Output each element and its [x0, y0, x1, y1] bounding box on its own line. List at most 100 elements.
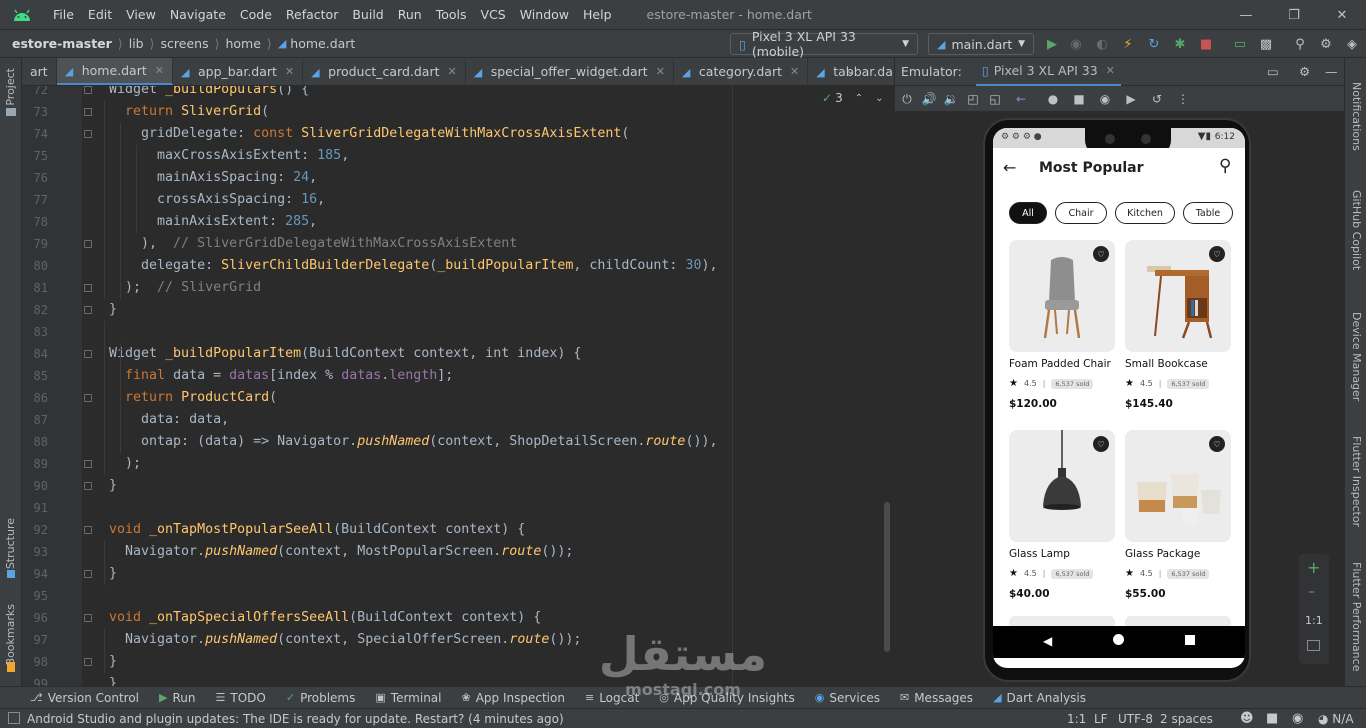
heart-icon[interactable]: ♡	[1093, 436, 1109, 452]
github-copilot-tool-button[interactable]: GitHub Copilot	[1350, 190, 1363, 270]
volume-up-icon[interactable]: 🔊	[921, 91, 937, 107]
fold-marker-icon[interactable]	[84, 658, 92, 666]
fold-marker-icon[interactable]	[84, 130, 92, 138]
zoom-actual-size[interactable]: 1:1	[1305, 614, 1323, 627]
tab-category-dart[interactable]: ◢ category.dart ✕	[674, 58, 809, 85]
chip-all[interactable]: All	[1009, 202, 1047, 224]
fold-marker-icon[interactable]	[84, 108, 92, 116]
attach-debugger-icon[interactable]: ✱	[1172, 36, 1188, 52]
menu-item-edit[interactable]: Edit	[81, 7, 119, 22]
tool-problems[interactable]: ✓ Problems	[286, 691, 356, 705]
tab-home-dart[interactable]: ◢ home.dart ✕	[56, 58, 173, 85]
search-icon[interactable]: ⚲	[1292, 36, 1308, 52]
zoom-out-icon[interactable]: –	[1308, 584, 1315, 600]
emulator-device-tab[interactable]: ▯ Pixel 3 XL API 33 ✕	[975, 58, 1121, 86]
profile-icon[interactable]: ◐	[1094, 36, 1110, 52]
menu-item-window[interactable]: Window	[513, 7, 576, 22]
menu-item-file[interactable]: File	[46, 7, 81, 22]
menu-item-navigate[interactable]: Navigate	[163, 7, 233, 22]
menu-item-run[interactable]: Run	[391, 7, 429, 22]
fold-marker-icon[interactable]	[84, 86, 92, 94]
menu-item-refactor[interactable]: Refactor	[279, 7, 345, 22]
menu-item-code[interactable]: Code	[233, 7, 279, 22]
device-manager-icon[interactable]: ▭	[1232, 36, 1248, 52]
phone-screen[interactable]: ⚙ ⚙ ⚙ ● 6:12 ▼▮ ← Most Popular ⚲ All Chai…	[993, 128, 1245, 668]
close-tab-icon[interactable]: ✕	[448, 65, 457, 78]
chip-kitchen[interactable]: Kitchen	[1115, 202, 1175, 224]
nav-home-icon[interactable]	[1113, 634, 1124, 645]
chip-table[interactable]: Table	[1183, 202, 1233, 224]
device-selector[interactable]: ▯ Pixel 3 XL API 33 (mobile) ▼	[730, 29, 918, 59]
close-tab-icon[interactable]: ✕	[285, 65, 294, 78]
hot-reload-icon[interactable]: ⚡	[1120, 36, 1136, 52]
fold-marker-icon[interactable]	[84, 284, 92, 292]
tool-services[interactable]: ◉ Services	[815, 691, 880, 705]
tab-art[interactable]: art	[22, 58, 57, 85]
camera-icon[interactable]: ◉	[1097, 91, 1113, 107]
tab-app-bar-dart[interactable]: ◢ app_bar.dart ✕	[173, 58, 304, 85]
memory-indicator[interactable]: ◕ N/A	[1318, 712, 1354, 726]
tool-messages[interactable]: ✉ Messages	[900, 691, 973, 705]
indent-setting[interactable]: 2 spaces	[1160, 712, 1213, 726]
heart-icon[interactable]: ♡	[1209, 436, 1225, 452]
tool-terminal[interactable]: ▣ Terminal	[375, 691, 441, 705]
inspection-widget[interactable]: ✓ 3 ⌃ ⌄	[822, 91, 883, 105]
power-icon[interactable]: ⏻	[899, 91, 915, 107]
menu-item-build[interactable]: Build	[345, 7, 390, 22]
screenrecord-icon[interactable]: ▶	[1123, 91, 1139, 107]
tool-run[interactable]: ▶ Run	[159, 691, 195, 705]
tool-todo[interactable]: ☰ TODO	[216, 691, 266, 705]
nav-overview-icon[interactable]	[1185, 635, 1195, 645]
volume-down-icon[interactable]: 🔉	[943, 91, 959, 107]
fold-marker-icon[interactable]	[84, 240, 92, 248]
zoom-in-icon[interactable]: +	[1307, 558, 1320, 577]
nav-back-icon[interactable]: ◀	[1043, 634, 1052, 648]
tool-windows-icon[interactable]	[8, 712, 20, 724]
fold-marker-icon[interactable]	[84, 570, 92, 578]
tabs-overflow-chevron-icon[interactable]: ⌄	[846, 64, 855, 77]
minimize-icon[interactable]: —	[1222, 0, 1270, 30]
flutter-performance-tool-button[interactable]: Flutter Performance	[1350, 562, 1363, 671]
gear-icon[interactable]: ⚙	[1318, 36, 1334, 52]
file-encoding[interactable]: UTF-8	[1118, 712, 1153, 726]
bookmarks-tool-button[interactable]: Bookmarks	[4, 604, 17, 665]
run-config-selector[interactable]: ◢ main.dart ▼	[928, 33, 1034, 55]
debug-icon[interactable]: ◉	[1068, 36, 1084, 52]
prev-highlight-icon[interactable]: ⌃	[855, 93, 863, 104]
next-highlight-icon[interactable]: ⌄	[875, 93, 883, 104]
breadcrumb-item[interactable]: estore-master	[12, 36, 112, 51]
rotate-left-icon[interactable]: ◰	[965, 91, 981, 107]
maximize-icon[interactable]: ▭	[1267, 64, 1279, 79]
breadcrumb-item[interactable]: home	[225, 36, 260, 51]
run-icon[interactable]: ▶	[1044, 36, 1060, 52]
flutter-inspector-tool-button[interactable]: Flutter Inspector	[1350, 436, 1363, 527]
tool-dart-analysis[interactable]: ◢ Dart Analysis	[993, 691, 1086, 705]
search-icon[interactable]: ⚲	[1219, 156, 1231, 176]
sdk-manager-icon[interactable]: ▩	[1258, 36, 1274, 52]
status-message[interactable]: Android Studio and plugin updates: The I…	[27, 712, 564, 726]
heart-icon[interactable]: ♡	[1209, 246, 1225, 262]
fold-marker-icon[interactable]	[84, 306, 92, 314]
close-tab-icon[interactable]: ✕	[790, 65, 799, 78]
snapshot-icon[interactable]: ↺	[1149, 91, 1165, 107]
tool-app-quality-insights[interactable]: ◎ App Quality Insights	[659, 691, 794, 705]
fold-marker-icon[interactable]	[84, 482, 92, 490]
close-tab-icon[interactable]: ✕	[1106, 64, 1115, 77]
menu-item-tools[interactable]: Tools	[429, 7, 474, 22]
editor-scrollbar[interactable]	[884, 502, 890, 652]
fold-marker-icon[interactable]	[84, 460, 92, 468]
menu-item-help[interactable]: Help	[576, 7, 619, 22]
breadcrumb-item[interactable]: screens	[161, 36, 209, 51]
caret-position[interactable]: 1:1	[1067, 712, 1086, 726]
hide-panel-icon[interactable]: —	[1325, 64, 1338, 79]
rotate-right-icon[interactable]: ◱	[987, 91, 1003, 107]
tab-special-offer-widget-dart[interactable]: ◢ special_offer_widget.dart ✕	[466, 58, 674, 85]
code-editor[interactable]: 72 73 74 75 76 77 78 79 80 81 82 83 84 85 86 87 88 89 90 91…	[22, 86, 894, 686]
device-manager-tool-button[interactable]: Device Manager	[1350, 312, 1363, 401]
hot-restart-icon[interactable]: ↻	[1146, 36, 1162, 52]
back-icon[interactable]: ←	[1013, 91, 1029, 107]
stop-icon[interactable]: ■	[1198, 36, 1214, 52]
fold-marker-icon[interactable]	[84, 526, 92, 534]
close-window-icon[interactable]: ✕	[1318, 0, 1366, 30]
overview-icon[interactable]: ■	[1071, 91, 1087, 107]
